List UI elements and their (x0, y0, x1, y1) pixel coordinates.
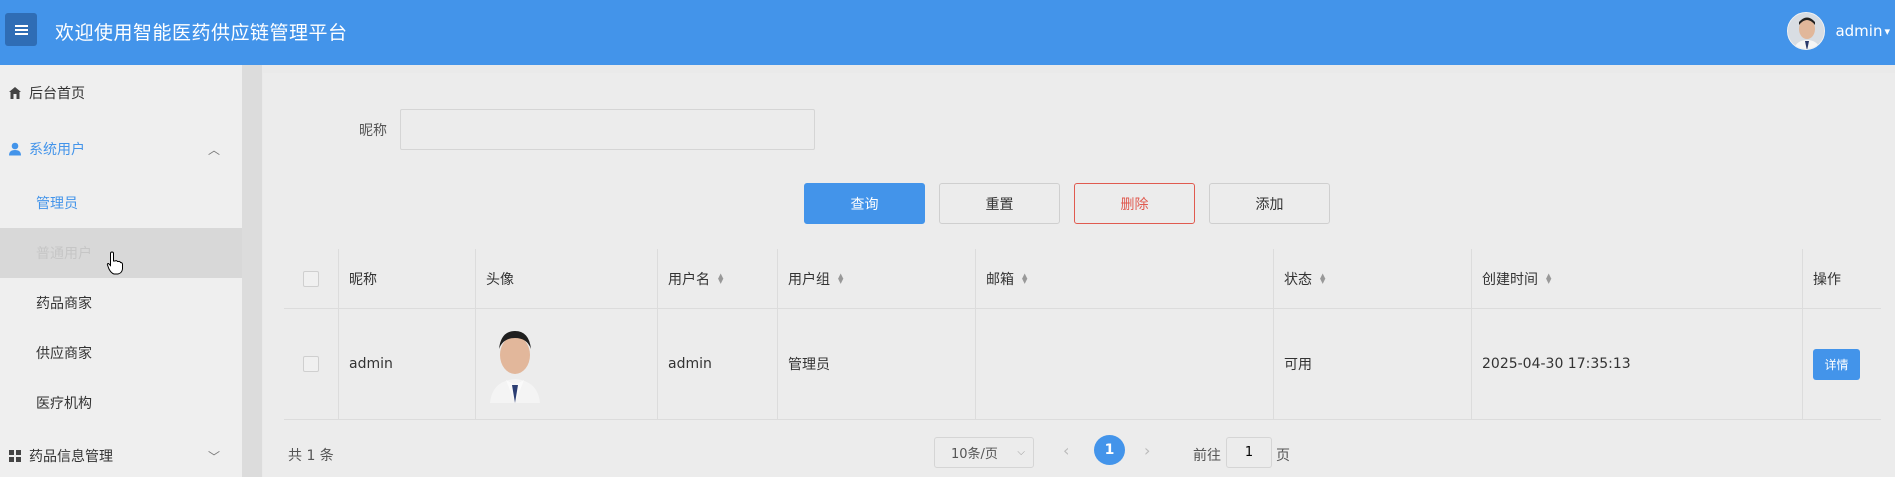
content-gutter (242, 65, 262, 477)
cell-email (976, 309, 1274, 419)
sidebar-item-system-users[interactable]: 系统用户 ︿ (0, 124, 242, 174)
sidebar-item-admin[interactable]: 管理员 (0, 178, 242, 228)
sidebar-item-label: 系统用户 (29, 142, 85, 158)
sidebar-item-label: 医疗机构 (36, 396, 92, 412)
col-username[interactable]: 用户名 ▲ ▼ (658, 249, 778, 308)
users-table: 昵称 头像 用户名 ▲ ▼ 用户组 ▲ ▼ 邮箱 ▲ ▼ 状态 ▲ ▼ 创建时间 ▲ ▼ 操作 ad… (284, 249, 1881, 420)
column-header: 状态 (1284, 271, 1312, 288)
sort-icon[interactable]: ▲ ▼ (838, 272, 843, 284)
col-email[interactable]: 邮箱 ▲ ▼ (976, 249, 1274, 308)
col-status[interactable]: 状态 ▲ ▼ (1274, 249, 1472, 308)
sidebar-item-label: 药品商家 (36, 296, 92, 312)
user-name[interactable]: admin (1835, 22, 1882, 40)
goto-page-input[interactable] (1226, 437, 1272, 468)
goto-suffix: 页 (1276, 448, 1290, 464)
next-page-icon[interactable]: › (1144, 441, 1150, 460)
sidebar-item-label: 普通用户 (36, 246, 92, 262)
column-header: 邮箱 (986, 271, 1014, 288)
cell-group: 管理员 (778, 309, 976, 419)
mouse-cursor-icon (106, 251, 124, 275)
user-icon (7, 141, 23, 157)
sidebar-item-label: 供应商家 (36, 346, 92, 362)
main-panel: 昵称 查询 重置 删除 添加 昵称 头像 用户名 ▲ ▼ 用户组 ▲ ▼ 邮箱 ▲ ▼ 状态… (263, 73, 1895, 477)
current-page-button[interactable]: 1 (1094, 435, 1125, 465)
column-header: 操作 (1813, 271, 1841, 288)
sidebar-item-home[interactable]: 后台首页 (0, 68, 242, 118)
nickname-search-input[interactable] (400, 109, 815, 150)
add-button[interactable]: 添加 (1209, 183, 1330, 224)
sidebar-item-label: 管理员 (36, 196, 78, 212)
cell-created: 2025-04-30 17:35:13 (1472, 309, 1803, 419)
sort-icon[interactable]: ▲ ▼ (1320, 272, 1325, 284)
page-size-value: 10条/页 (951, 447, 998, 462)
cell-avatar (476, 309, 658, 419)
row-checkbox[interactable] (303, 356, 319, 372)
top-header: 欢迎使用智能医药供应链管理平台 admin ▾ (0, 0, 1895, 65)
menu-toggle-button[interactable] (5, 13, 37, 46)
query-button[interactable]: 查询 (804, 183, 925, 224)
sidebar-item-medical-institutions[interactable]: 医疗机构 (0, 378, 242, 428)
column-header: 用户名 (668, 271, 710, 288)
chevron-down-icon: ﹀ (207, 449, 220, 464)
page-size-select[interactable]: 10条/页 ⌵ (934, 437, 1034, 468)
cell-status: 可用 (1274, 309, 1472, 419)
col-actions: 操作 (1803, 249, 1881, 308)
select-all-cell (284, 249, 339, 308)
sort-icon[interactable]: ▲ ▼ (1546, 272, 1551, 284)
app-title: 欢迎使用智能医药供应链管理平台 (55, 22, 348, 44)
row-select-cell (284, 309, 339, 419)
column-header: 用户组 (788, 271, 830, 288)
delete-button[interactable]: 删除 (1074, 183, 1195, 224)
chevron-down-icon: ⌵ (1017, 447, 1025, 458)
goto-label: 前往 (1193, 448, 1221, 464)
sidebar-item-label: 后台首页 (29, 86, 85, 102)
col-nickname: 昵称 (339, 249, 476, 308)
total-count: 共 1 条 (288, 448, 334, 464)
col-created[interactable]: 创建时间 ▲ ▼ (1472, 249, 1803, 308)
cell-actions: 详情 (1803, 309, 1881, 419)
sidebar-item-drug-merchants[interactable]: 药品商家 (0, 278, 242, 328)
nickname-label: 昵称 (359, 123, 387, 139)
sidebar-item-drug-info[interactable]: 药品信息管理 ﹀ (0, 431, 242, 477)
table-row: admin admin 管理员 可用 2025-04-30 17:35:13 详… (284, 309, 1881, 420)
sort-icon[interactable]: ▲ ▼ (718, 272, 723, 284)
cell-username: admin (658, 309, 778, 419)
col-group[interactable]: 用户组 ▲ ▼ (778, 249, 976, 308)
user-avatar[interactable] (1787, 12, 1826, 50)
detail-button[interactable]: 详情 (1813, 348, 1860, 380)
user-photo (486, 325, 544, 403)
chevron-up-icon: ︿ (207, 142, 220, 157)
select-all-checkbox[interactable] (303, 270, 319, 287)
sort-icon[interactable]: ▲ ▼ (1022, 272, 1027, 284)
grid-icon (7, 448, 23, 464)
sidebar-item-suppliers[interactable]: 供应商家 (0, 328, 242, 378)
table-header: 昵称 头像 用户名 ▲ ▼ 用户组 ▲ ▼ 邮箱 ▲ ▼ 状态 ▲ ▼ 创建时间 ▲ ▼ 操作 (284, 249, 1881, 309)
home-icon (7, 85, 23, 101)
user-menu[interactable]: admin ▾ (1787, 11, 1890, 51)
prev-page-icon[interactable]: ‹ (1063, 441, 1069, 460)
column-header: 头像 (486, 271, 514, 288)
chevron-down-icon[interactable]: ▾ (1884, 25, 1890, 38)
cell-nickname: admin (339, 309, 476, 419)
column-header: 创建时间 (1482, 271, 1538, 288)
reset-button[interactable]: 重置 (939, 183, 1060, 224)
col-avatar: 头像 (476, 249, 658, 308)
column-header: 昵称 (349, 271, 377, 288)
sidebar-item-label: 药品信息管理 (29, 449, 113, 465)
hamburger-icon (14, 28, 28, 31)
